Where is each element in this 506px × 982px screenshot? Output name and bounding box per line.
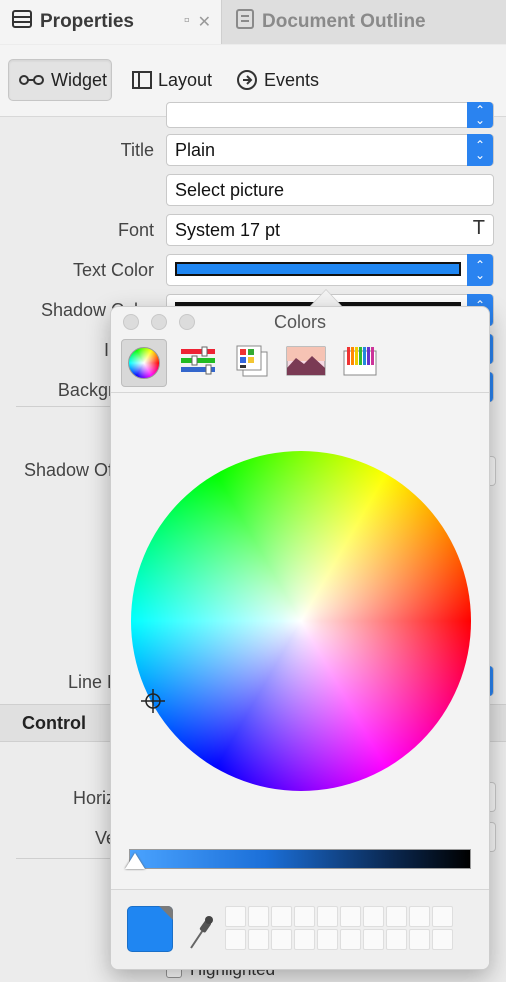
- favorite-color-slot[interactable]: [340, 906, 361, 927]
- tab-properties-label: Properties: [40, 11, 134, 32]
- title-stepper-icon[interactable]: ⌃ ⌄: [467, 134, 493, 166]
- favorite-colors-grid: [225, 906, 453, 950]
- favorite-color-slot[interactable]: [386, 929, 407, 950]
- brightness-slider-track[interactable]: [129, 849, 471, 869]
- text-color-stepper-icon[interactable]: ⌃ ⌄: [467, 254, 493, 286]
- color-wheel[interactable]: [131, 451, 471, 791]
- color-mode-toolbar: [111, 337, 489, 393]
- favorite-color-slot[interactable]: [317, 929, 338, 950]
- text-color-label: Text Color: [72, 260, 154, 280]
- widget-icon: [17, 73, 45, 87]
- favorite-color-slot[interactable]: [340, 929, 361, 950]
- favorite-color-slot[interactable]: [363, 929, 384, 950]
- properties-icon: [12, 10, 32, 34]
- events-label: Events: [264, 69, 320, 90]
- events-button[interactable]: Events: [228, 59, 327, 101]
- favorite-color-slot[interactable]: [363, 906, 384, 927]
- image-palettes-mode-button[interactable]: [283, 339, 329, 387]
- tab-close-icon[interactable]: ✕: [198, 12, 211, 32]
- favorite-color-slot[interactable]: [248, 929, 269, 950]
- favorite-color-slot[interactable]: [432, 929, 453, 950]
- document-outline-icon: [236, 9, 254, 35]
- font-field[interactable]: System 17 pt T: [166, 214, 494, 246]
- favorite-color-slot[interactable]: [225, 929, 246, 950]
- color-wheel-mode-button[interactable]: [121, 339, 167, 387]
- pencils-icon: [342, 345, 378, 382]
- control-section-title: Control: [22, 712, 86, 733]
- text-color-well[interactable]: ⌃ ⌄: [166, 254, 494, 286]
- layout-label: Layout: [158, 69, 213, 90]
- color-wheel-crosshair-icon[interactable]: [141, 689, 165, 713]
- favorite-color-slot[interactable]: [271, 906, 292, 927]
- events-icon: [236, 69, 258, 91]
- widget-label: Widget: [51, 69, 108, 90]
- favorite-color-slot[interactable]: [294, 929, 315, 950]
- favorite-color-slot[interactable]: [386, 906, 407, 927]
- stepper-icon[interactable]: ⌃ ⌄: [467, 102, 493, 128]
- text-color-swatch: [175, 262, 461, 276]
- favorite-color-slot[interactable]: [271, 929, 292, 950]
- image-palettes-icon: [286, 346, 326, 381]
- colors-panel: Colors: [110, 306, 490, 970]
- colors-panel-title: Colors: [273, 312, 326, 332]
- favorite-color-slot[interactable]: [317, 906, 338, 927]
- title-popup[interactable]: Plain ⌃ ⌄: [166, 134, 494, 166]
- eyedropper-icon[interactable]: [185, 912, 215, 952]
- pencils-mode-button[interactable]: [337, 339, 383, 387]
- color-wheel-icon: [128, 347, 160, 379]
- favorite-color-slot[interactable]: [409, 929, 430, 950]
- current-color-swatch[interactable]: [127, 906, 173, 952]
- tab-document-outline-label: Document Outline: [262, 11, 426, 32]
- favorite-color-slot[interactable]: [432, 906, 453, 927]
- tab-detach-icon[interactable]: ▫: [184, 12, 190, 32]
- title-label: Title: [120, 140, 154, 160]
- tab-properties[interactable]: Properties ▫ ✕: [0, 0, 222, 44]
- color-sliders-mode-button[interactable]: [175, 339, 221, 387]
- color-sliders-icon: [180, 346, 216, 381]
- font-value: System 17 pt: [175, 219, 281, 240]
- layout-icon: [132, 71, 152, 89]
- cutoff-field[interactable]: ⌃ ⌄: [166, 102, 494, 128]
- picture-value: Select picture: [175, 179, 285, 200]
- picture-field[interactable]: Select picture: [166, 174, 494, 206]
- favorite-color-slot[interactable]: [248, 906, 269, 927]
- inspector-tabbar: Properties ▫ ✕ Document Outline: [0, 0, 506, 44]
- favorite-color-slot[interactable]: [225, 906, 246, 927]
- layout-button[interactable]: Layout: [124, 59, 220, 101]
- favorite-color-slot[interactable]: [294, 906, 315, 927]
- color-palettes-mode-button[interactable]: [229, 339, 275, 387]
- color-palettes-icon: [235, 344, 269, 383]
- favorite-color-slot[interactable]: [409, 906, 430, 927]
- font-picker-icon[interactable]: T: [473, 217, 485, 240]
- color-panel-footer: [111, 889, 489, 969]
- font-label: Font: [117, 220, 154, 240]
- popover-arrow: [310, 290, 342, 307]
- title-value: Plain: [175, 139, 216, 160]
- brightness-slider-thumb[interactable]: [125, 853, 145, 869]
- tab-document-outline[interactable]: Document Outline: [222, 0, 506, 44]
- widget-button[interactable]: Widget: [8, 59, 112, 101]
